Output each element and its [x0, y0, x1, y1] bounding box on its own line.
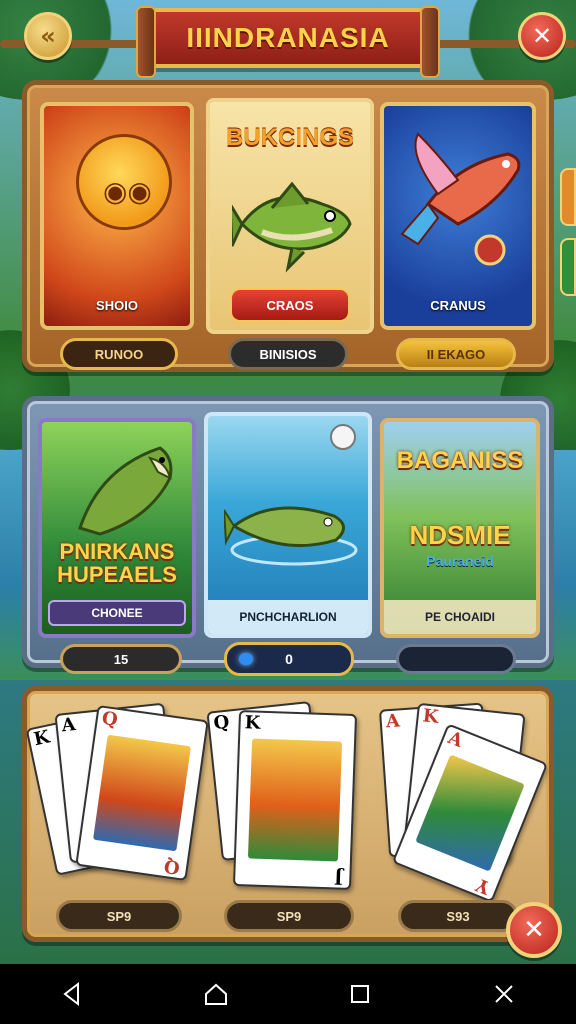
value-pill: S93: [398, 900, 518, 932]
playing-card[interactable]: Q Q: [75, 704, 209, 882]
top-bar: « IIINDRANASIA ✕: [0, 0, 576, 78]
value-pill: 15: [60, 644, 182, 674]
value-text: 0: [285, 651, 293, 667]
card-label: PE CHOAIDI: [384, 600, 536, 634]
card-rank: Q: [100, 707, 120, 731]
close-button-bottom[interactable]: ✕: [506, 902, 562, 958]
card-rank: J: [334, 866, 344, 888]
value-pill: SP9: [224, 900, 354, 932]
back-triangle-icon: [63, 981, 79, 1007]
nav-recents-button[interactable]: [330, 964, 390, 1024]
bass-fish-icon: [224, 506, 358, 566]
card-rank: A: [444, 727, 466, 753]
card-action-label: CRAOS: [266, 297, 314, 313]
value-pill-empty: [396, 644, 516, 674]
recents-square-icon: [351, 985, 369, 1003]
jumping-fish-icon: [78, 446, 173, 536]
close-x-icon: [495, 985, 513, 1003]
card-rank: K: [244, 712, 261, 734]
value-pill: 0: [224, 642, 354, 676]
card-portrait: [247, 738, 343, 862]
back-button[interactable]: «: [24, 12, 72, 60]
card-label: SHOIO: [96, 298, 138, 313]
card-portrait: [415, 754, 525, 872]
card-rank: A: [385, 710, 401, 733]
close-button[interactable]: ✕: [518, 12, 566, 60]
nav-back-button[interactable]: [42, 964, 102, 1024]
home-icon: [205, 983, 227, 1005]
title-plaque: IIINDRANASIA: [136, 6, 440, 78]
game-card-fishing[interactable]: PNCHCHARLION: [204, 412, 372, 638]
ball-icon: [330, 424, 356, 450]
card-rank: Q: [163, 854, 182, 878]
side-tab-orange[interactable]: [560, 168, 576, 226]
card-heading: BUKCINGS: [225, 124, 354, 151]
card-action-button[interactable]: CRAOS: [230, 288, 350, 322]
game-card-bagaris[interactable]: BAGANISS NDSMIE Pauraneid PE CHOAIDI: [380, 418, 540, 638]
card-label: CHONEE: [48, 600, 186, 626]
side-tab-green[interactable]: [560, 238, 576, 296]
nav-home-button[interactable]: [186, 964, 246, 1024]
promo-line: HUPEAELS: [57, 562, 177, 588]
card-rank: Y: [473, 873, 494, 898]
promo-line: PNIRKANS: [59, 539, 175, 564]
system-nav-bar: [0, 964, 576, 1024]
card-label: CRANUS: [430, 298, 486, 313]
game-card-bass[interactable]: BUKCINGS CRAOS: [206, 98, 374, 334]
playing-card[interactable]: K J: [232, 709, 358, 891]
page-title: IIINDRANASIA: [186, 22, 390, 53]
promo-subtitle: NDSMIE: [409, 520, 511, 550]
game-card-pirhanas[interactable]: PNIRKANS HUPEAELS CHONEE: [38, 418, 196, 638]
game-card-sun[interactable]: ◉◉ SHOIO: [40, 102, 194, 330]
back-icon: «: [40, 22, 56, 50]
game-card-flying-fish[interactable]: CRANUS: [380, 102, 536, 330]
card-label: PNCHCHARLION: [208, 600, 368, 634]
promo-title: BAGANISS: [396, 447, 524, 474]
nav-close-button[interactable]: [474, 964, 534, 1024]
value-pill: RUNOO: [60, 338, 178, 370]
value-pill: II EKAGO: [396, 338, 516, 370]
card-rank: Q: [212, 711, 231, 735]
sun-icon: ◉◉: [63, 121, 187, 245]
card-portrait: [93, 734, 191, 852]
gem-icon: [239, 653, 253, 665]
fish-icon: [232, 181, 352, 273]
card-rank: K: [421, 705, 440, 728]
close-icon: ✕: [523, 915, 545, 945]
card-rank: K: [31, 726, 52, 751]
value-pill: SP9: [56, 900, 182, 932]
card-rank: A: [60, 714, 77, 737]
promo-tagline: Pauraneid: [426, 553, 494, 569]
promo-text: PNIRKANS HUPEAELS: [42, 540, 192, 586]
close-icon: ✕: [531, 22, 553, 50]
value-pill: BINISIOS: [228, 338, 348, 370]
flying-fish-icon: [400, 132, 521, 266]
